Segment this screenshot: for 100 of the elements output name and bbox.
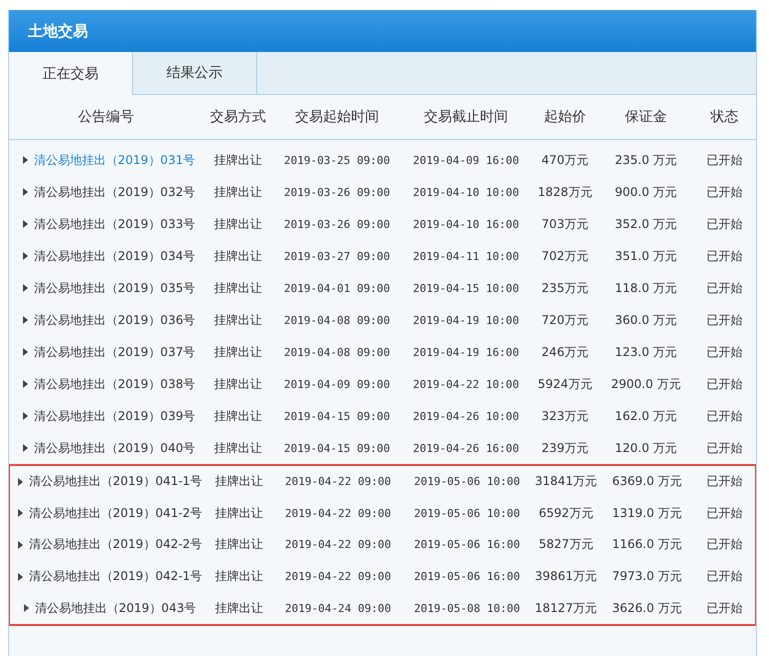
table-cell-text: 720万元 bbox=[540, 312, 590, 328]
triangle-icon bbox=[18, 572, 23, 581]
table-cell-text: 已开始 bbox=[706, 536, 744, 554]
triangle-icon bbox=[22, 316, 28, 324]
table-cell-text: 900.0 万元 bbox=[614, 184, 678, 200]
table-cell-text: 已开始 bbox=[706, 568, 744, 586]
table-cell-text: 2019-04-11 10:00 bbox=[412, 250, 520, 262]
table-cell-text: 31841万元 bbox=[534, 473, 598, 490]
notice-link[interactable]: 清公易地挂出（2019）032号 bbox=[34, 184, 196, 200]
triangle-icon bbox=[22, 156, 28, 164]
table-cell-text: 已开始 bbox=[706, 280, 744, 296]
table-cell-text: 已开始 bbox=[706, 152, 744, 168]
table-cell-text: 5924万元 bbox=[536, 376, 594, 392]
table-cell-text: 7973.0 万元 bbox=[611, 568, 683, 586]
table-cell-text: 挂牌出让 bbox=[213, 408, 263, 424]
table-cell-text: 已开始 bbox=[706, 473, 744, 490]
table-cell-text: 1828万元 bbox=[536, 184, 594, 200]
table-cell-text: 2019-04-01 09:00 bbox=[283, 282, 391, 294]
column-header: 交易方式 bbox=[209, 108, 267, 126]
table-cell-text: 挂牌出让 bbox=[213, 216, 263, 232]
table-cell-text: 已开始 bbox=[706, 344, 744, 360]
table-cell-text: 2019-05-06 10:00 bbox=[413, 506, 521, 520]
notice-link[interactable]: 清公易地挂出（2019）040号 bbox=[34, 440, 196, 456]
triangle-icon bbox=[22, 444, 28, 452]
table-cell-text: 6369.0 万元 bbox=[611, 473, 683, 490]
table-cell-text: 120.0 万元 bbox=[614, 440, 678, 456]
notice-link[interactable]: 清公易地挂出（2019）043号 bbox=[34, 600, 196, 617]
notice-link[interactable]: 清公易地挂出（2019）042-2号 bbox=[28, 536, 202, 554]
table-cell-text: 2019-04-10 16:00 bbox=[412, 218, 520, 230]
column-header: 起始价 bbox=[543, 108, 587, 126]
table-cell-text: 470万元 bbox=[540, 152, 590, 168]
table-cell-text: 挂牌出让 bbox=[213, 440, 263, 456]
table-cell-text: 挂牌出让 bbox=[213, 184, 263, 200]
column-header: 状态 bbox=[710, 108, 740, 126]
triangle-icon bbox=[18, 509, 23, 518]
table-cell-text: 2019-04-26 16:00 bbox=[412, 442, 520, 454]
notice-link[interactable]: 清公易地挂出（2019）039号 bbox=[34, 408, 196, 424]
table-cell-text: 123.0 万元 bbox=[614, 344, 678, 360]
table-cell-text: 已开始 bbox=[706, 376, 744, 392]
table-cell-text: 挂牌出让 bbox=[214, 473, 264, 490]
table-cell-text: 39861万元 bbox=[534, 568, 598, 586]
notice-link[interactable]: 清公易地挂出（2019）038号 bbox=[34, 376, 196, 392]
table-cell-text: 挂牌出让 bbox=[213, 376, 263, 392]
table-cell-text: 挂牌出让 bbox=[214, 504, 264, 522]
table-cell-text: 118.0 万元 bbox=[614, 280, 678, 296]
column-header: 公告编号 bbox=[77, 108, 135, 126]
table-cell-text: 已开始 bbox=[706, 312, 744, 328]
table-cell-text: 挂牌出让 bbox=[214, 536, 264, 554]
table-cell-text: 360.0 万元 bbox=[614, 312, 678, 328]
table-cell-text: 2019-04-15 10:00 bbox=[412, 282, 520, 294]
table-cell-text: 2019-04-22 09:00 bbox=[284, 506, 392, 520]
table-cell-text: 2019-04-24 09:00 bbox=[284, 602, 392, 615]
table-cell-text: 352.0 万元 bbox=[614, 216, 678, 232]
table-cell-text: 2900.0 万元 bbox=[610, 376, 682, 392]
table-cell-text: 挂牌出让 bbox=[214, 600, 264, 617]
table-cell-text: 2019-05-06 16:00 bbox=[413, 538, 521, 552]
table-cell-text: 2019-04-22 09:00 bbox=[284, 538, 392, 552]
table-cell-text: 已开始 bbox=[706, 600, 744, 617]
panel-title: 土地交易 bbox=[28, 22, 88, 40]
triangle-icon bbox=[22, 220, 28, 228]
notice-link[interactable]: 清公易地挂出（2019）037号 bbox=[34, 344, 196, 360]
table-cell-text: 2019-04-15 09:00 bbox=[283, 410, 391, 422]
table-cell-text: 2019-04-15 09:00 bbox=[283, 442, 391, 454]
triangle-icon bbox=[22, 412, 28, 420]
notice-link[interactable]: 清公易地挂出（2019）041-1号 bbox=[28, 473, 202, 490]
table-cell-text: 2019-04-10 10:00 bbox=[412, 186, 520, 198]
table-cell-text: 235万元 bbox=[540, 280, 590, 296]
notice-link[interactable]: 清公易地挂出（2019）031号 bbox=[34, 152, 196, 168]
table-cell-text: 2019-04-22 10:00 bbox=[412, 378, 520, 390]
triangle-icon bbox=[22, 380, 28, 388]
column-header: 保证金 bbox=[624, 108, 668, 126]
table-cell-text: 2019-04-09 16:00 bbox=[412, 154, 520, 166]
triangle-icon bbox=[22, 252, 28, 260]
notice-link[interactable]: 清公易地挂出（2019）034号 bbox=[34, 248, 196, 264]
tab[interactable]: 正在交易 bbox=[9, 52, 133, 95]
table-cell-text: 挂牌出让 bbox=[213, 312, 263, 328]
table-cell-text: 2019-04-22 09:00 bbox=[284, 475, 392, 488]
notice-link[interactable]: 清公易地挂出（2019）042-1号 bbox=[28, 568, 202, 586]
table-cell-text: 2019-04-08 09:00 bbox=[283, 314, 391, 326]
triangle-icon bbox=[22, 348, 28, 356]
table-cell-text: 2019-03-27 09:00 bbox=[283, 250, 391, 262]
table-cell-text: 2019-03-26 09:00 bbox=[283, 186, 391, 198]
table-cell-text: 已开始 bbox=[706, 184, 744, 200]
table-cell-text: 351.0 万元 bbox=[614, 248, 678, 264]
table-cell-text: 702万元 bbox=[540, 248, 590, 264]
table-cell-text: 2019-05-08 10:00 bbox=[413, 602, 521, 615]
table-cell-text: 2019-03-26 09:00 bbox=[283, 218, 391, 230]
triangle-icon bbox=[22, 188, 28, 196]
table-cell-text: 挂牌出让 bbox=[213, 248, 263, 264]
notice-link[interactable]: 清公易地挂出（2019）036号 bbox=[34, 312, 196, 328]
notice-link[interactable]: 清公易地挂出（2019）035号 bbox=[34, 280, 196, 296]
table-cell-text: 703万元 bbox=[540, 216, 590, 232]
notice-link[interactable]: 清公易地挂出（2019）041-2号 bbox=[28, 504, 202, 522]
notice-link[interactable]: 清公易地挂出（2019）033号 bbox=[34, 216, 196, 232]
table-cell-text: 2019-04-19 16:00 bbox=[412, 346, 520, 358]
table-cell-text: 1166.0 万元 bbox=[611, 536, 683, 554]
table-cell-text: 已开始 bbox=[706, 216, 744, 232]
table-cell-text: 已开始 bbox=[706, 408, 744, 424]
table-cell-text: 1319.0 万元 bbox=[611, 504, 683, 522]
table-cell-text: 2019-05-06 16:00 bbox=[413, 570, 521, 584]
